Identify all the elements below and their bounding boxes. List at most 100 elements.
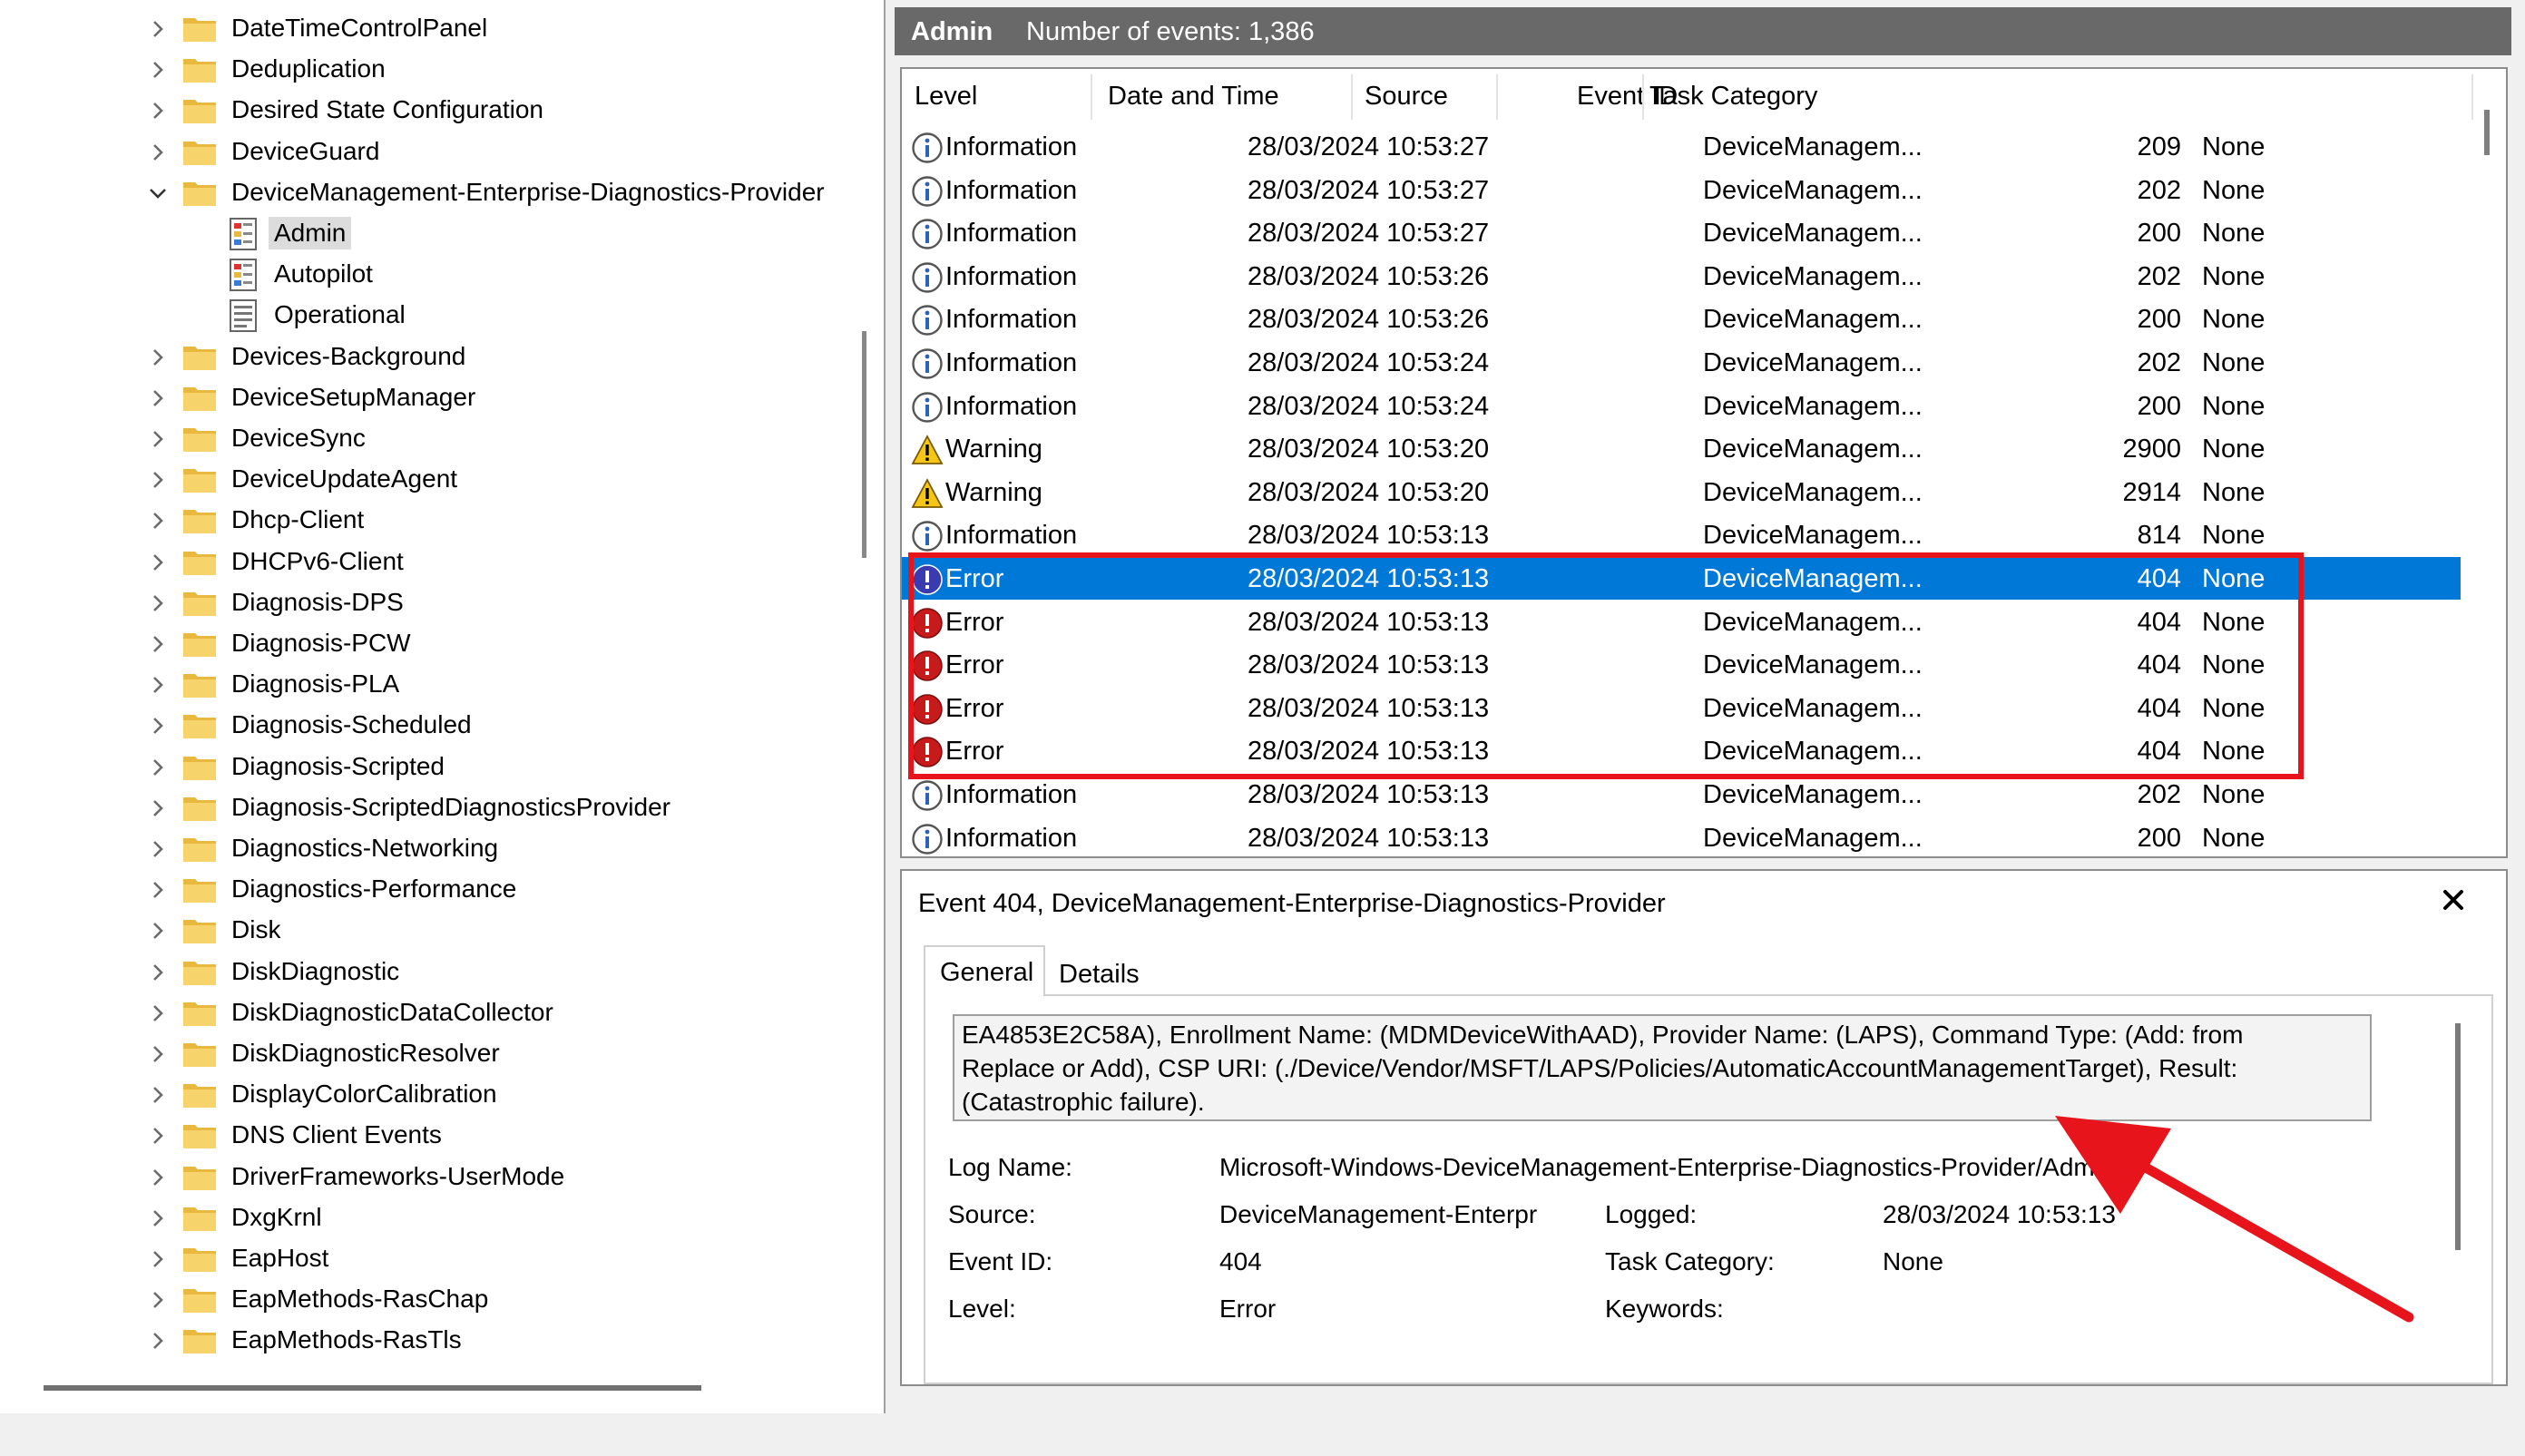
chevron-right-icon[interactable] [146,756,170,779]
table-row[interactable]: Error 28/03/2024 10:53:13 DeviceManagem...… [902,557,2461,600]
chevron-right-icon[interactable] [146,961,170,984]
tree-item[interactable]: Diagnosis-PCW [0,623,848,664]
cell-task-category: None [2202,305,2266,335]
table-row[interactable]: Error 28/03/2024 10:53:13 DeviceManagem...… [902,729,2461,772]
tree-item[interactable]: Disk [0,910,848,951]
tree-item[interactable]: Operational [0,295,848,336]
chevron-right-icon[interactable] [146,468,170,492]
chevron-down-icon[interactable] [146,181,170,205]
chevron-right-icon[interactable] [146,714,170,738]
chevron-right-icon[interactable] [146,796,170,820]
tree-item[interactable]: Diagnostics-Networking [0,828,848,869]
tree-item[interactable]: Deduplication [0,49,848,90]
tree-item[interactable]: DeviceSync [0,418,848,459]
column-divider[interactable] [2471,74,2473,120]
event-count: Number of events: 1,386 [1026,17,1315,46]
column-divider[interactable] [1642,74,1644,120]
detail-vertical-scrollbar[interactable] [2455,1023,2461,1250]
tree-item[interactable]: DriverFrameworks-UserMode [0,1157,848,1197]
table-row[interactable]: Information 28/03/2024 10:53:13 DeviceMana… [902,773,2461,816]
tree-vertical-scrollbar[interactable] [862,331,866,558]
table-row[interactable]: Information 28/03/2024 10:53:24 DeviceMana… [902,385,2461,427]
chevron-right-icon[interactable] [146,591,170,615]
chevron-right-icon[interactable] [146,1083,170,1107]
table-row[interactable]: Information 28/03/2024 10:53:24 DeviceMana… [902,341,2461,384]
tree-item[interactable]: Diagnosis-ScriptedDiagnosticsProvider [0,787,848,828]
chevron-right-icon[interactable] [146,509,170,533]
events-vertical-scrollbar[interactable] [2484,110,2490,155]
table-row[interactable]: Information 28/03/2024 10:53:13 DeviceMana… [902,816,2461,856]
chevron-right-icon[interactable] [146,1288,170,1312]
chevron-right-icon[interactable] [146,1329,170,1353]
chevron-right-icon[interactable] [146,1207,170,1230]
chevron-right-icon[interactable] [146,1166,170,1189]
tree-item[interactable]: Diagnosis-Scheduled [0,705,848,746]
chevron-right-icon[interactable] [146,58,170,82]
chevron-right-icon[interactable] [146,141,170,164]
tree-item[interactable]: Dhcp-Client [0,500,848,541]
chevron-right-icon[interactable] [146,386,170,410]
close-icon[interactable] [2435,882,2471,918]
tree-item[interactable]: DxgKrnl [0,1197,848,1238]
tree-item[interactable]: Diagnostics-Performance [0,869,848,910]
tree-item[interactable]: DiskDiagnostic [0,952,848,992]
tree-item[interactable]: Diagnosis-DPS [0,582,848,623]
chevron-right-icon[interactable] [146,837,170,861]
chevron-right-icon[interactable] [146,878,170,902]
table-row[interactable]: Error 28/03/2024 10:53:13 DeviceManagem...… [902,601,2461,643]
chevron-right-icon[interactable] [146,427,170,451]
tree-item[interactable]: DeviceSetupManager [0,377,848,418]
tree-item[interactable]: DateTimeControlPanel [0,8,848,49]
table-row[interactable]: Error 28/03/2024 10:53:13 DeviceManagem...… [902,687,2461,729]
tree-item[interactable]: Autopilot [0,254,848,295]
chevron-right-icon[interactable] [146,17,170,41]
tree-item[interactable]: DiskDiagnosticResolver [0,1033,848,1074]
table-row[interactable]: Information 28/03/2024 10:53:27 DeviceMana… [902,125,2461,168]
tree-item[interactable]: Diagnosis-Scripted [0,747,848,787]
table-row[interactable]: Information 28/03/2024 10:53:13 DeviceMana… [902,513,2461,556]
table-row[interactable]: Warning 28/03/2024 10:53:20 DeviceManagem.… [902,427,2461,470]
column-header-task-category[interactable]: Task Category [1649,69,1817,123]
chevron-right-icon[interactable] [146,1002,170,1025]
table-row[interactable]: Information 28/03/2024 10:53:27 DeviceMana… [902,169,2461,211]
table-row[interactable]: Error 28/03/2024 10:53:13 DeviceManagem...… [902,643,2461,686]
tree-item[interactable]: EapMethods-RasTls [0,1320,848,1361]
column-header-source[interactable]: Source [1365,69,1448,123]
tree-item[interactable]: EapHost [0,1238,848,1279]
chevron-right-icon[interactable] [146,346,170,369]
table-row[interactable]: Information 28/03/2024 10:53:27 DeviceMana… [902,211,2461,254]
chevron-right-icon[interactable] [146,1042,170,1066]
tree-horizontal-scrollbar[interactable] [44,1385,701,1391]
tab-details[interactable]: Details [1044,949,1158,1000]
tree-item[interactable]: EapMethods-RasChap [0,1279,848,1320]
column-header-level[interactable]: Level [915,69,977,123]
tree-item[interactable]: Diagnosis-PLA [0,664,848,705]
table-row[interactable]: Warning 28/03/2024 10:53:20 DeviceManagem.… [902,471,2461,513]
chevron-right-icon[interactable] [146,551,170,574]
tab-general[interactable]: General [924,945,1045,996]
tree-item[interactable]: DHCPv6-Client [0,542,848,582]
tree-item[interactable]: DeviceManagement-Enterprise-Diagnostics-… [0,172,848,213]
tree-item[interactable]: Admin [0,213,848,254]
tree-item[interactable]: Devices-Background [0,337,848,377]
tree-item[interactable]: DisplayColorCalibration [0,1074,848,1115]
column-divider[interactable] [1351,74,1353,120]
chevron-right-icon[interactable] [146,1247,170,1271]
chevron-right-icon[interactable] [146,919,170,943]
chevron-right-icon[interactable] [146,1124,170,1148]
chevron-right-icon[interactable] [146,99,170,122]
column-divider[interactable] [1496,74,1498,120]
tree-item[interactable]: DeviceGuard [0,132,848,172]
chevron-right-icon[interactable] [146,673,170,697]
chevron-right-icon[interactable] [146,632,170,656]
column-divider[interactable] [1091,74,1092,120]
tree-item[interactable]: DNS Client Events [0,1115,848,1156]
tree-item[interactable]: DeviceUpdateAgent [0,459,848,500]
event-description[interactable]: EA4853E2C58A), Enrollment Name: (MDMDevi… [953,1014,2372,1121]
error-icon [911,736,944,768]
table-row[interactable]: Information 28/03/2024 10:53:26 DeviceMana… [902,255,2461,298]
tree-item[interactable]: Desired State Configuration [0,90,848,131]
column-header-date-time[interactable]: Date and Time [1108,69,1279,123]
tree-item[interactable]: DiskDiagnosticDataCollector [0,992,848,1033]
table-row[interactable]: Information 28/03/2024 10:53:26 DeviceMana… [902,298,2461,340]
